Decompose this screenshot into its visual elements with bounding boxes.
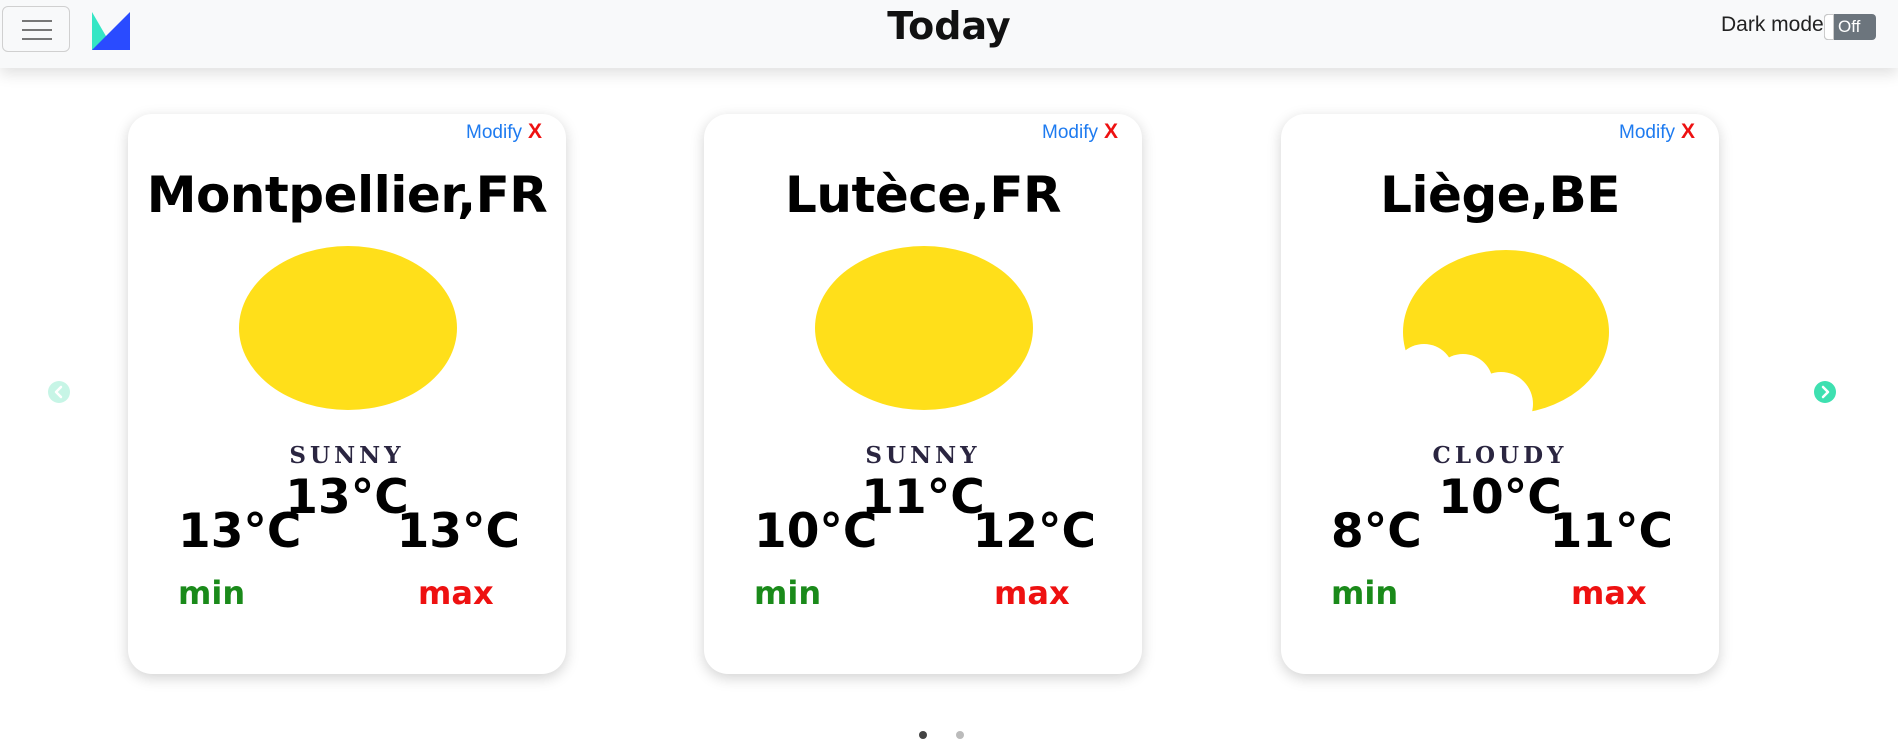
card-actions: Modify X <box>1619 120 1695 144</box>
weather-condition: SUNNY <box>865 442 981 469</box>
chevron-right-icon <box>1821 385 1830 399</box>
remove-card-button[interactable]: X <box>528 120 542 143</box>
remove-card-button[interactable]: X <box>1104 120 1118 143</box>
city-name: Liège,BE <box>1380 166 1620 224</box>
max-label: max <box>994 574 1070 612</box>
min-label: min <box>178 574 246 612</box>
min-temperature: 10°C <box>754 504 878 559</box>
remove-card-button[interactable]: X <box>1681 120 1695 143</box>
card-actions: Modify X <box>1042 120 1118 144</box>
dark-mode-toggle[interactable]: Off <box>1824 14 1876 40</box>
sun-behind-cloud-icon <box>1403 250 1609 414</box>
weather-condition: CLOUDY <box>1432 442 1568 469</box>
weather-condition: SUNNY <box>289 442 405 469</box>
dark-mode-label: Dark mode <box>1721 13 1824 36</box>
carousel-next-button[interactable] <box>1814 381 1836 403</box>
dark-mode-state: Off <box>1838 17 1861 36</box>
carousel-dot-2[interactable] <box>956 731 964 739</box>
page-title: Today <box>887 4 1011 48</box>
card-actions: Modify X <box>466 120 542 144</box>
modify-link[interactable]: Modify <box>466 122 522 143</box>
city-name: Lutèce,FR <box>785 166 1061 224</box>
hamburger-icon-bar <box>22 38 52 40</box>
min-label: min <box>1331 574 1399 612</box>
max-temperature: 11°C <box>1549 504 1673 559</box>
app-logo-icon[interactable] <box>92 12 130 50</box>
sun-icon <box>239 246 457 410</box>
min-label: min <box>754 574 822 612</box>
min-temperature: 8°C <box>1331 504 1422 559</box>
city-name: Montpellier,FR <box>146 166 548 224</box>
modify-link[interactable]: Modify <box>1619 122 1675 143</box>
hamburger-icon-bar <box>22 29 52 31</box>
toggle-knob <box>1824 14 1834 40</box>
carousel-dot-1[interactable] <box>919 731 927 739</box>
top-navbar: Today Dark mode Off <box>0 0 1898 68</box>
menu-toggle-button[interactable] <box>2 6 70 52</box>
sun-icon <box>815 246 1033 410</box>
weather-card: Modify X Lutèce,FR SUNNY 11°C 10°C 12°C m… <box>704 114 1142 674</box>
chevron-left-icon <box>54 385 63 399</box>
weather-card: Modify X Montpellier,FR SUNNY 13°C 13°C 1… <box>128 114 566 674</box>
modify-link[interactable]: Modify <box>1042 122 1098 143</box>
hamburger-icon-bar <box>22 20 52 22</box>
max-label: max <box>1571 574 1647 612</box>
max-label: max <box>418 574 494 612</box>
weather-card: Modify X Liège,BE CLOUDY 10°C 8°C 11°C mi… <box>1281 114 1719 674</box>
carousel-prev-button[interactable] <box>48 381 70 403</box>
max-temperature: 13°C <box>396 504 520 559</box>
max-temperature: 12°C <box>972 504 1096 559</box>
min-temperature: 13°C <box>178 504 302 559</box>
